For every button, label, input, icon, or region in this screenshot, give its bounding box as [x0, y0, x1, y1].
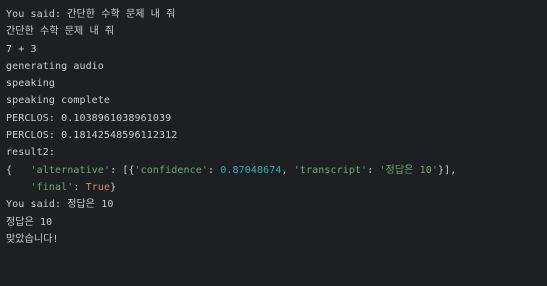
output-line-result-dict: { 'alternative': [{'confidence': 0.87048…	[6, 162, 547, 179]
output-line-question: 간단한 수학 문제 내 줘	[6, 26, 115, 38]
close-brace: }	[110, 181, 117, 193]
comma-1: ,	[281, 164, 294, 176]
terminal-output[interactable]: You said: 간단한 수학 문제 내 줘 간단한 수학 문제 내 줘 7 …	[0, 0, 547, 286]
colon-4: :	[73, 181, 86, 193]
close-bracket: }],	[437, 164, 457, 176]
output-line-correct: 맞았습니다!	[6, 233, 59, 245]
output-line-answer: 정답은 10	[6, 216, 53, 228]
confidence-value: 0.87048674	[220, 164, 282, 176]
key-transcript: 'transcript'	[293, 164, 368, 176]
final-value: True	[85, 181, 111, 193]
output-line-you-said-answer: You said: 정답은 10	[6, 199, 114, 211]
transcript-value: '정답은 10'	[379, 164, 438, 176]
key-alternative: 'alternative'	[30, 164, 111, 176]
output-line-perclos-2: PERCLOS: 0.18142548596112312	[6, 130, 178, 142]
output-line-speaking: speaking	[6, 78, 55, 90]
output-line-you-said: You said: 간단한 수학 문제 내 줘	[6, 9, 176, 20]
output-line-perclos-1: PERCLOS: 0.1038961038961039	[6, 112, 172, 124]
colon-bracket: : [{	[110, 164, 135, 176]
key-confidence: 'confidence'	[134, 164, 209, 176]
key-final: 'final'	[30, 181, 74, 193]
output-line-result2: result2:	[6, 147, 55, 159]
colon-2: :	[208, 164, 221, 176]
output-line-result-final: 'final': True}	[6, 179, 547, 196]
output-line-generating: generating audio	[6, 60, 104, 72]
output-line-speaking-complete: speaking complete	[6, 95, 111, 107]
output-line-math: 7 + 3	[6, 43, 37, 55]
colon-3: :	[367, 164, 380, 176]
